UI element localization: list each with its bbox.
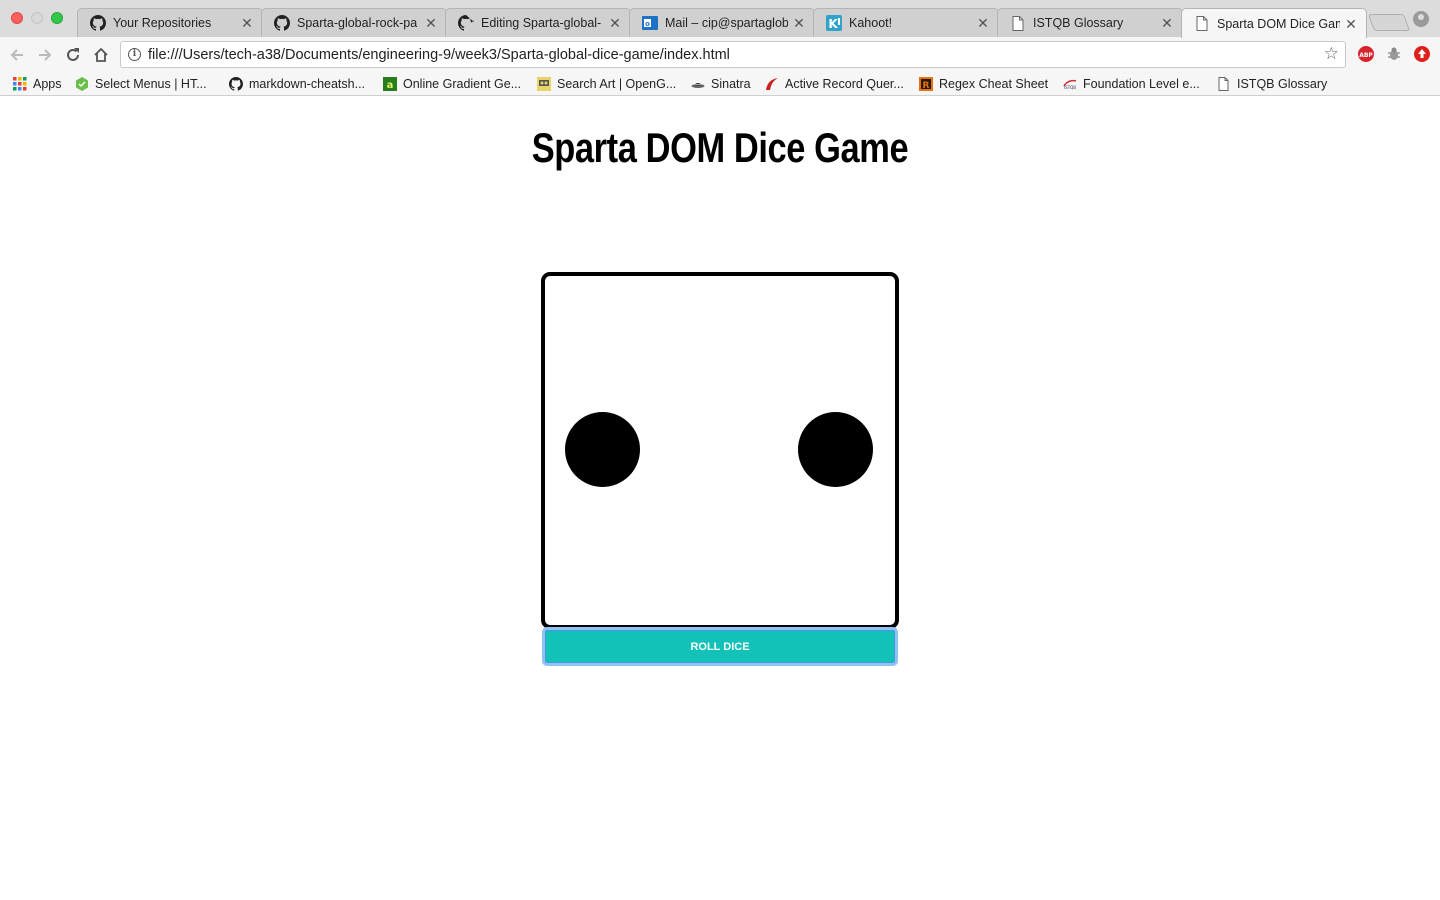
github-icon	[458, 15, 474, 31]
bookmark-label: Online Gradient Ge...	[403, 77, 522, 91]
bookmark-label: Select Menus | HT...	[95, 77, 207, 91]
tab-istqb-glossary[interactable]: ISTQB Glossary ✕	[997, 8, 1183, 37]
tab-editing-sparta[interactable]: Editing Sparta-global- ✕	[445, 8, 631, 37]
bookmark-label: Apps	[33, 77, 62, 91]
tab-title: ISTQB Glossary	[1033, 16, 1124, 30]
page-icon	[1216, 77, 1231, 92]
page-icon	[1194, 16, 1210, 32]
close-tab-icon[interactable]: ✕	[1344, 17, 1358, 31]
info-icon[interactable]: i	[128, 48, 141, 61]
address-bar[interactable]: i file:///Users/tech-a38/Documents/engin…	[120, 41, 1346, 68]
opengameart-icon	[536, 77, 551, 92]
github-icon	[90, 15, 106, 31]
home-icon[interactable]	[90, 44, 112, 66]
tab-mail[interactable]: o Mail – cip@spartagloba ✕	[629, 8, 815, 37]
bookmark-search-art[interactable]: Search Art | OpenG...	[536, 75, 676, 93]
regex-icon: R	[918, 77, 933, 92]
bookmark-label: Active Record Quer...	[785, 77, 904, 91]
bookmark-label: ISTQB Glossary	[1237, 77, 1328, 91]
outlook-icon: o	[642, 15, 658, 31]
bookmark-regex-cheat-sheet[interactable]: R Regex Cheat Sheet	[918, 75, 1048, 93]
github-icon	[274, 15, 290, 31]
back-arrow-icon[interactable]	[6, 44, 28, 66]
bookmark-select-menus[interactable]: Select Menus | HT...	[74, 75, 207, 93]
new-tab-button[interactable]	[1367, 14, 1411, 31]
bookmark-label: Sinatra	[711, 77, 751, 91]
bookmark-apps[interactable]: Apps	[12, 75, 62, 93]
tab-title: Sparta DOM Dice Game	[1217, 16, 1340, 31]
tab-title: Editing Sparta-global-	[481, 16, 602, 30]
istqb-icon: ISTQB	[1062, 77, 1077, 92]
maximize-window-button[interactable]	[51, 12, 63, 24]
gradient-icon: a	[382, 77, 397, 92]
close-tab-icon[interactable]: ✕	[792, 16, 806, 30]
adblock-plus-icon[interactable]: ABP	[1358, 46, 1374, 62]
tab-title: Sparta-global-rock-pa	[297, 16, 418, 30]
tab-sparta-dom-dice-game[interactable]: Sparta DOM Dice Game ✕	[1181, 8, 1367, 38]
svg-text:a: a	[386, 80, 393, 91]
url-text: file:///Users/tech-a38/Documents/enginee…	[148, 47, 730, 63]
svg-text:ABP: ABP	[1359, 52, 1373, 59]
bookmark-label: Regex Cheat Sheet	[939, 77, 1049, 91]
bug-extension-icon[interactable]	[1386, 46, 1402, 62]
close-tab-icon[interactable]: ✕	[608, 16, 622, 30]
rails-icon	[764, 77, 779, 92]
dice-pip	[798, 412, 873, 487]
bookmark-star-icon[interactable]: ☆	[1324, 44, 1339, 64]
forward-arrow-icon[interactable]	[34, 44, 56, 66]
bookmark-markdown-cheatsheet[interactable]: markdown-cheatsh...	[228, 75, 365, 93]
bookmark-active-record[interactable]: Active Record Quer...	[764, 75, 904, 93]
svg-text:R: R	[922, 81, 929, 91]
bookmarks-bar: Apps Select Menus | HT... markdown-cheat…	[0, 72, 1440, 96]
dice-pip	[565, 412, 640, 487]
tab-sparta-rock-paper[interactable]: Sparta-global-rock-pa ✕	[261, 8, 447, 37]
page-title: Sparta DOM Dice Game	[531, 124, 909, 171]
page-icon	[1010, 15, 1026, 31]
svg-text:o: o	[645, 20, 650, 28]
bookmark-istqb-glossary[interactable]: ISTQB Glossary	[1216, 75, 1327, 93]
roll-dice-button[interactable]: ROLL DICE	[542, 627, 898, 666]
close-tab-icon[interactable]: ✕	[424, 16, 438, 30]
svg-text:K: K	[828, 17, 838, 31]
apps-grid-icon	[12, 77, 27, 92]
tab-title: Your Repositories	[113, 16, 212, 30]
bookmark-foundation-level[interactable]: ISTQB Foundation Level e...	[1062, 75, 1200, 93]
bookmark-online-gradient[interactable]: a Online Gradient Ge...	[382, 75, 521, 93]
tab-your-repositories[interactable]: Your Repositories ✕	[77, 8, 263, 37]
bookmark-label: Search Art | OpenG...	[557, 77, 677, 91]
profile-icon[interactable]	[1413, 11, 1429, 27]
browser-toolbar: i file:///Users/tech-a38/Documents/engin…	[0, 37, 1440, 72]
close-tab-icon[interactable]: ✕	[976, 16, 990, 30]
dice-face	[541, 272, 899, 629]
close-tab-icon[interactable]: ✕	[240, 16, 254, 30]
kahoot-icon: K	[826, 15, 842, 31]
bookmark-sinatra[interactable]: Sinatra	[690, 75, 751, 93]
close-tab-icon[interactable]: ✕	[1160, 16, 1174, 30]
svg-text:ISTQB: ISTQB	[1063, 85, 1075, 90]
tab-title: Kahoot!	[849, 16, 893, 30]
tab-kahoot[interactable]: K Kahoot! ✕	[813, 8, 999, 37]
bookmark-label: Foundation Level e...	[1083, 77, 1200, 91]
github-icon	[228, 77, 243, 92]
reload-icon[interactable]	[62, 44, 84, 66]
tab-title: Mail – cip@spartagloba	[665, 16, 788, 30]
bookmark-label: markdown-cheatsh...	[249, 77, 366, 91]
close-window-button[interactable]	[11, 12, 23, 24]
leaf-icon	[74, 77, 89, 92]
sinatra-icon	[690, 77, 705, 92]
upload-extension-icon[interactable]	[1414, 46, 1430, 62]
browser-tab-strip: Your Repositories ✕ Sparta-global-rock-p…	[0, 0, 1440, 38]
minimize-window-button[interactable]	[31, 12, 43, 24]
